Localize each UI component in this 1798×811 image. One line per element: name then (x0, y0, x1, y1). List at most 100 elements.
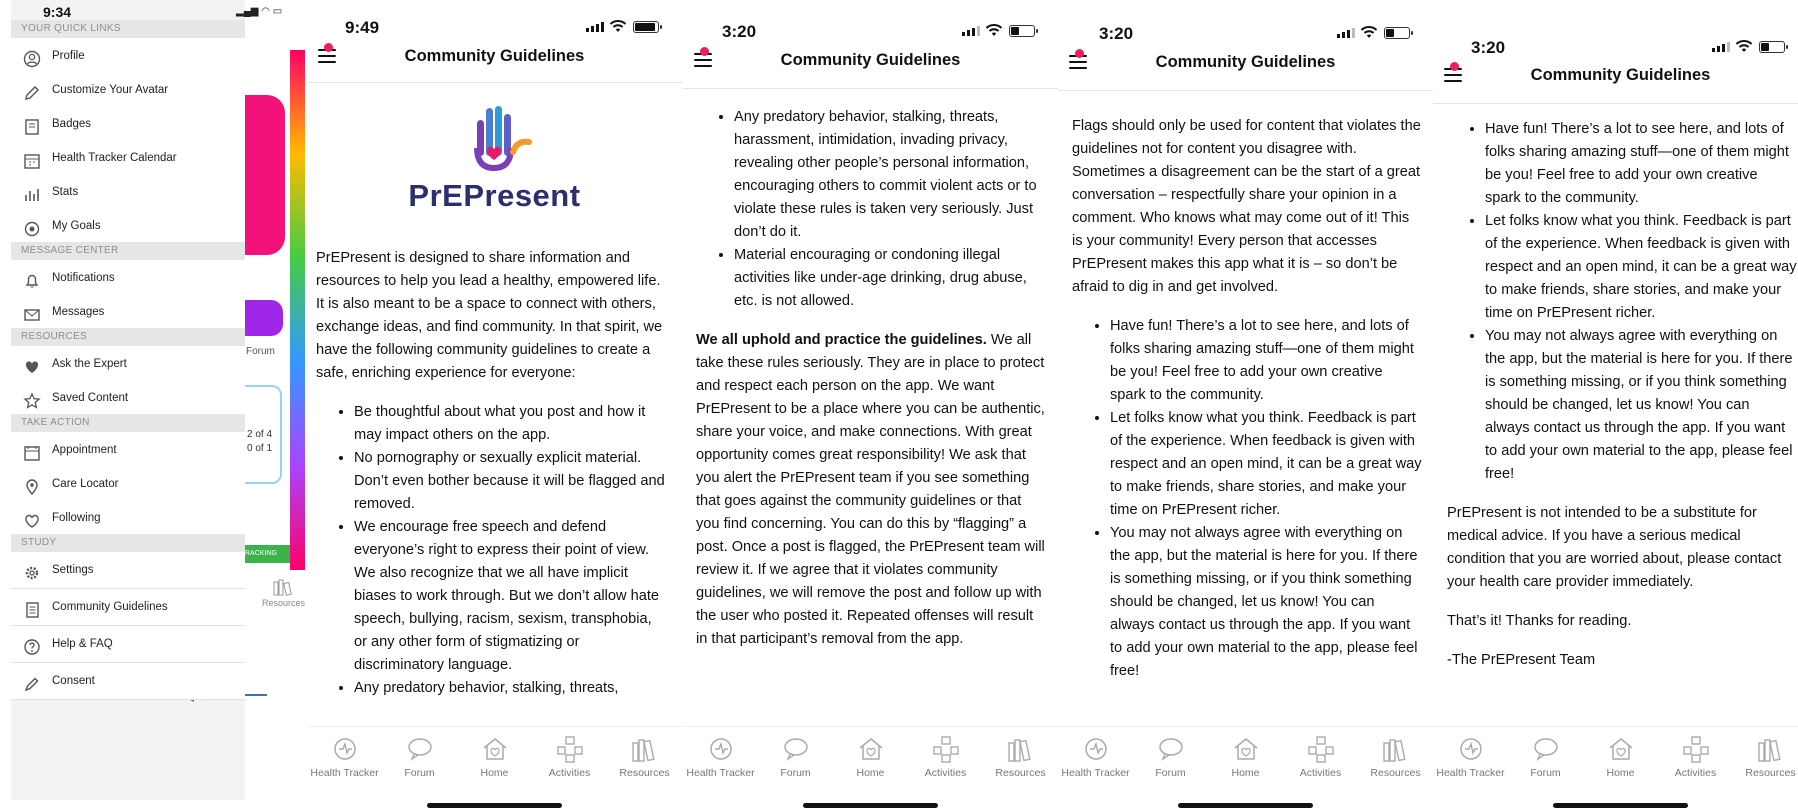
wifi-icon (985, 24, 1003, 37)
bullet-list: Be thoughtful about what you post and ho… (316, 401, 666, 700)
tab-forum[interactable]: Forum (382, 735, 457, 779)
menu-item-label: Health Tracker Calendar (52, 152, 177, 164)
tab-resources[interactable]: Resources (607, 735, 682, 779)
bold-lead: We all uphold and practice the guideline… (696, 332, 987, 348)
tab-label: Resources (1370, 767, 1421, 779)
tab-home[interactable]: Home (1208, 735, 1283, 779)
bottom-tab-bar: Health Tracker Forum Home Activities Resourc… (1433, 726, 1798, 811)
bullet-item: You may not always agree with everything… (1485, 325, 1797, 486)
battery-icon (633, 21, 662, 33)
tab-home[interactable]: Home (457, 735, 532, 779)
bottom-tab-bar: Health Tracker Forum Home Activities Resourc… (1058, 726, 1433, 811)
menu-item-label: Community Guidelines (52, 601, 168, 613)
tab-home[interactable]: Home (833, 735, 908, 779)
bullet-item: Be thoughtful about what you post and ho… (354, 401, 666, 447)
resources-icon (1007, 735, 1035, 763)
bullet-item: Have fun! There’s a lot to see here, and… (1110, 315, 1422, 407)
menu-section-heading: YOUR QUICK LINKS (11, 20, 245, 38)
menu-item-messages[interactable]: Messages (11, 294, 245, 331)
page-title: Community Guidelines (1155, 53, 1336, 71)
battery-icon (1384, 27, 1413, 39)
tab-label: Home (1606, 767, 1635, 779)
bottom-tab-bar: Health Tracker Forum Home Activities Resourc… (683, 726, 1058, 811)
background-progress-card: 2 of 4 0 of 1 (245, 385, 282, 484)
tab-activities[interactable]: Activities (1658, 735, 1733, 779)
document-icon (23, 598, 41, 618)
bullet-item: Any predatory behavior, stalking, threat… (734, 106, 1046, 244)
menu-item-following[interactable]: Following (11, 500, 245, 537)
guidelines-body: PrEPresent is designed to share informat… (316, 247, 666, 716)
menu-item-badges[interactable]: Badges (11, 106, 245, 143)
menu-item-profile[interactable]: Profile (11, 38, 245, 75)
tab-home[interactable]: Home (1583, 735, 1658, 779)
disclaimer-paragraph: PrEPresent is not intended to be a subst… (1447, 505, 1782, 590)
menu-section-heading: TAKE ACTION (11, 414, 245, 432)
menu-item-label: Stats (52, 186, 79, 198)
tab-activities[interactable]: Activities (1283, 735, 1358, 779)
menu-item-appointment[interactable]: Appointment (11, 432, 245, 469)
forum-icon (1532, 735, 1560, 763)
prepresent-logo: PrEPresent (407, 100, 582, 220)
battery-icon (1759, 41, 1788, 53)
menu-item-settings[interactable]: Settings (11, 552, 245, 589)
tab-health-tracker[interactable]: Health Tracker (1433, 735, 1508, 779)
background-app-stripe (290, 50, 305, 570)
menu-item-label: Messages (52, 306, 105, 318)
header-divider (683, 88, 1058, 89)
menu-item-community-guidelines[interactable]: Community Guidelines (11, 589, 245, 626)
menu-item-label: Profile (52, 50, 85, 62)
pencil-icon (23, 81, 41, 100)
appointment-icon (23, 441, 41, 461)
menu-item-label: Customize Your Avatar (52, 84, 169, 96)
page-title: Community Guidelines (1530, 66, 1711, 84)
profile-icon (23, 47, 41, 68)
tab-activities[interactable]: Activities (908, 735, 983, 779)
menu-item-customize-your-avatar[interactable]: Customize Your Avatar (11, 72, 245, 109)
background-tracking-tab: RACKING (245, 545, 290, 563)
tab-label: Activities (924, 767, 967, 779)
bullet-list: Have fun! There’s a lot to see here, and… (1072, 315, 1422, 683)
wifi-icon (609, 20, 627, 33)
tab-resources[interactable]: Resources (983, 735, 1058, 779)
tab-label: Resources (1745, 767, 1796, 779)
health-tracker-icon (331, 735, 359, 763)
guidelines-body: Flags should only be used for content th… (1072, 115, 1422, 699)
resources-icon (631, 735, 659, 763)
menu-item-care-locator[interactable]: Care Locator (11, 466, 245, 503)
logo-text: PrEPresent (408, 178, 581, 213)
forum-icon (406, 735, 434, 763)
background-counter: 0 of 1 (247, 443, 273, 454)
menu-item-stats[interactable]: Stats (11, 174, 245, 211)
tab-label: Home (480, 767, 509, 779)
stats-icon (23, 183, 41, 201)
status-time: 3:20 (722, 22, 757, 41)
tab-forum[interactable]: Forum (1133, 735, 1208, 779)
tab-activities[interactable]: Activities (532, 735, 607, 779)
tab-forum[interactable]: Forum (758, 735, 833, 779)
tab-health-tracker[interactable]: Health Tracker (1058, 735, 1133, 779)
tab-health-tracker[interactable]: Health Tracker (307, 735, 382, 779)
menu-item-consent[interactable]: Consent (11, 663, 245, 700)
guidelines-body: Any predatory behavior, stalking, threat… (696, 106, 1046, 667)
tab-resources[interactable]: Resources (1358, 735, 1433, 779)
paragraph-text: We all take these rules seriously. They … (696, 332, 1045, 647)
tab-label: Health Tracker (1436, 767, 1505, 779)
forum-icon (1157, 735, 1185, 763)
menu-item-saved-content[interactable]: Saved Content (11, 380, 245, 417)
consent-icon (23, 672, 41, 692)
menu-item-help-faq[interactable]: Help & FAQ (11, 626, 245, 663)
health-tracker-icon (707, 735, 735, 763)
menu-item-my-goals[interactable]: My Goals (11, 208, 245, 245)
tab-label: Forum (404, 767, 435, 779)
tab-label: Forum (1530, 767, 1561, 779)
bell-icon (23, 269, 41, 288)
menu-item-health-tracker-calendar[interactable]: Health Tracker Calendar (11, 140, 245, 177)
tab-resources[interactable]: Resources (1733, 735, 1798, 779)
menu-item-notifications[interactable]: Notifications (11, 260, 245, 297)
heart-expert-icon (23, 355, 41, 373)
tab-health-tracker[interactable]: Health Tracker (683, 735, 758, 779)
tab-label: Health Tracker (1061, 767, 1130, 779)
menu-item-ask-the-expert[interactable]: Ask the Expert (11, 346, 245, 383)
tab-forum[interactable]: Forum (1508, 735, 1583, 779)
tab-label: Health Tracker (686, 767, 755, 779)
